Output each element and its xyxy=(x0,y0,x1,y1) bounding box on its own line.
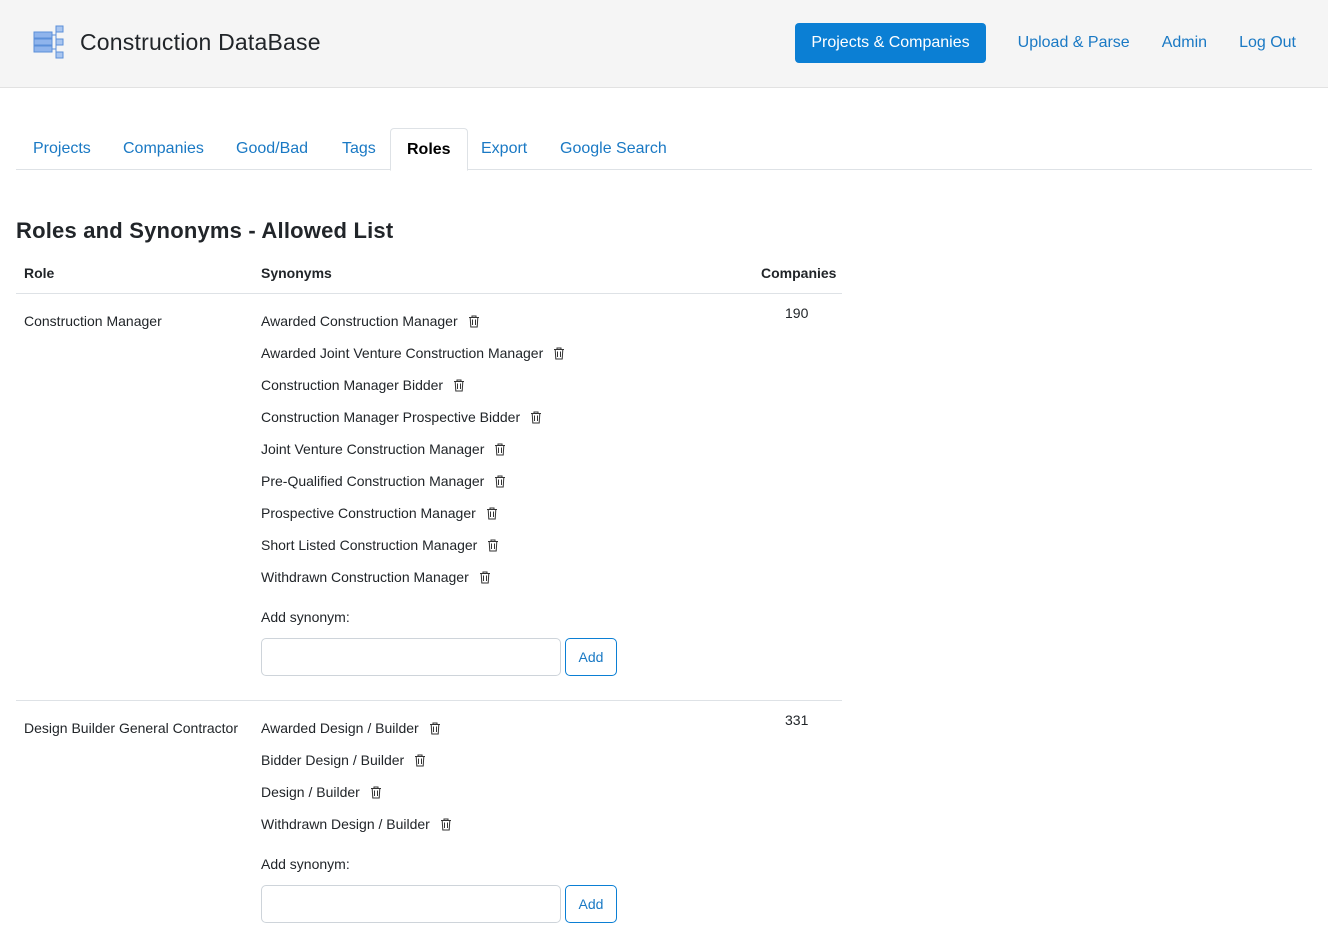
synonym-item: Joint Venture Construction Manager xyxy=(261,439,506,459)
synonym-item: Construction Manager Bidder xyxy=(261,375,465,395)
trash-icon[interactable] xyxy=(494,443,506,456)
database-icon xyxy=(33,25,64,59)
synonym-label: Awarded Joint Venture Construction Manag… xyxy=(261,345,544,361)
tab-projects[interactable]: Projects xyxy=(33,128,91,170)
add-synonym-label: Add synonym: xyxy=(261,856,350,872)
header-divider xyxy=(16,293,842,294)
synonym-item: Awarded Design / Builder xyxy=(261,718,441,738)
app-title: Construction DataBase xyxy=(80,28,321,55)
company-count: 190 xyxy=(785,305,809,321)
main-nav: Projects & Companies Upload & Parse Admi… xyxy=(795,23,1296,63)
synonym-item: Awarded Construction Manager xyxy=(261,311,480,331)
trash-icon[interactable] xyxy=(487,539,499,552)
synonym-label: Construction Manager Bidder xyxy=(261,377,444,393)
synonym-label: Bidder Design / Builder xyxy=(261,752,405,768)
synonym-item: Construction Manager Prospective Bidder xyxy=(261,407,542,427)
synonym-label: Short Listed Construction Manager xyxy=(261,537,478,553)
trash-icon[interactable] xyxy=(530,411,542,424)
section-tabs: Projects Companies Good/Bad Tags Roles E… xyxy=(16,128,1312,171)
tab-export[interactable]: Export xyxy=(481,128,527,170)
nav-projects-companies[interactable]: Projects & Companies xyxy=(795,23,986,63)
trash-icon[interactable] xyxy=(494,475,506,488)
synonym-label: Withdrawn Construction Manager xyxy=(261,569,469,585)
add-synonym-label: Add synonym: xyxy=(261,609,350,625)
trash-icon[interactable] xyxy=(440,818,452,831)
header-synonyms: Synonyms xyxy=(261,265,332,281)
synonym-label: Design / Builder xyxy=(261,784,360,800)
nav-admin[interactable]: Admin xyxy=(1162,34,1207,52)
company-count: 331 xyxy=(785,712,809,728)
synonym-item: Prospective Construction Manager xyxy=(261,503,498,523)
synonym-item: Bidder Design / Builder xyxy=(261,750,426,770)
header-companies: Companies xyxy=(761,265,837,281)
synonym-item: Withdrawn Design / Builder xyxy=(261,814,452,834)
synonym-item: Short Listed Construction Manager xyxy=(261,535,499,555)
synonym-label: Pre-Qualified Construction Manager xyxy=(261,473,485,489)
trash-icon[interactable] xyxy=(453,379,465,392)
synonym-label: Construction Manager Prospective Bidder xyxy=(261,409,521,425)
trash-icon[interactable] xyxy=(370,786,382,799)
role-name: Design Builder General Contractor xyxy=(24,720,238,736)
row-divider xyxy=(16,700,842,701)
tab-tags[interactable]: Tags xyxy=(342,128,376,170)
top-navbar: Construction DataBase Projects & Compani… xyxy=(0,0,1328,88)
nav-upload-parse[interactable]: Upload & Parse xyxy=(1018,34,1130,52)
add-synonym-input[interactable] xyxy=(261,885,561,923)
nav-logout[interactable]: Log Out xyxy=(1239,34,1296,52)
synonym-item: Pre-Qualified Construction Manager xyxy=(261,471,506,491)
tab-roles[interactable]: Roles xyxy=(390,128,468,171)
synonym-label: Joint Venture Construction Manager xyxy=(261,441,485,457)
role-name: Construction Manager xyxy=(24,313,162,329)
brand[interactable]: Construction DataBase xyxy=(32,24,321,60)
trash-icon[interactable] xyxy=(479,571,491,584)
trash-icon[interactable] xyxy=(553,347,565,360)
page-title: Roles and Synonyms - Allowed List xyxy=(16,218,394,243)
tab-good-bad[interactable]: Good/Bad xyxy=(236,128,308,170)
add-synonym-button[interactable]: Add xyxy=(565,885,617,923)
synonym-label: Withdrawn Design / Builder xyxy=(261,816,430,832)
synonym-item: Design / Builder xyxy=(261,782,382,802)
synonym-label: Prospective Construction Manager xyxy=(261,505,476,521)
synonym-item: Withdrawn Construction Manager xyxy=(261,567,491,587)
synonym-label: Awarded Design / Builder xyxy=(261,720,419,736)
tab-companies[interactable]: Companies xyxy=(123,128,204,170)
add-synonym-button[interactable]: Add xyxy=(565,638,617,676)
header-role: Role xyxy=(24,265,55,281)
trash-icon[interactable] xyxy=(468,315,480,328)
tab-google-search[interactable]: Google Search xyxy=(560,128,667,170)
trash-icon[interactable] xyxy=(429,722,441,735)
trash-icon[interactable] xyxy=(486,507,498,520)
add-synonym-input[interactable] xyxy=(261,638,561,676)
synonym-label: Awarded Construction Manager xyxy=(261,313,458,329)
trash-icon[interactable] xyxy=(414,754,426,767)
synonym-item: Awarded Joint Venture Construction Manag… xyxy=(261,343,565,363)
